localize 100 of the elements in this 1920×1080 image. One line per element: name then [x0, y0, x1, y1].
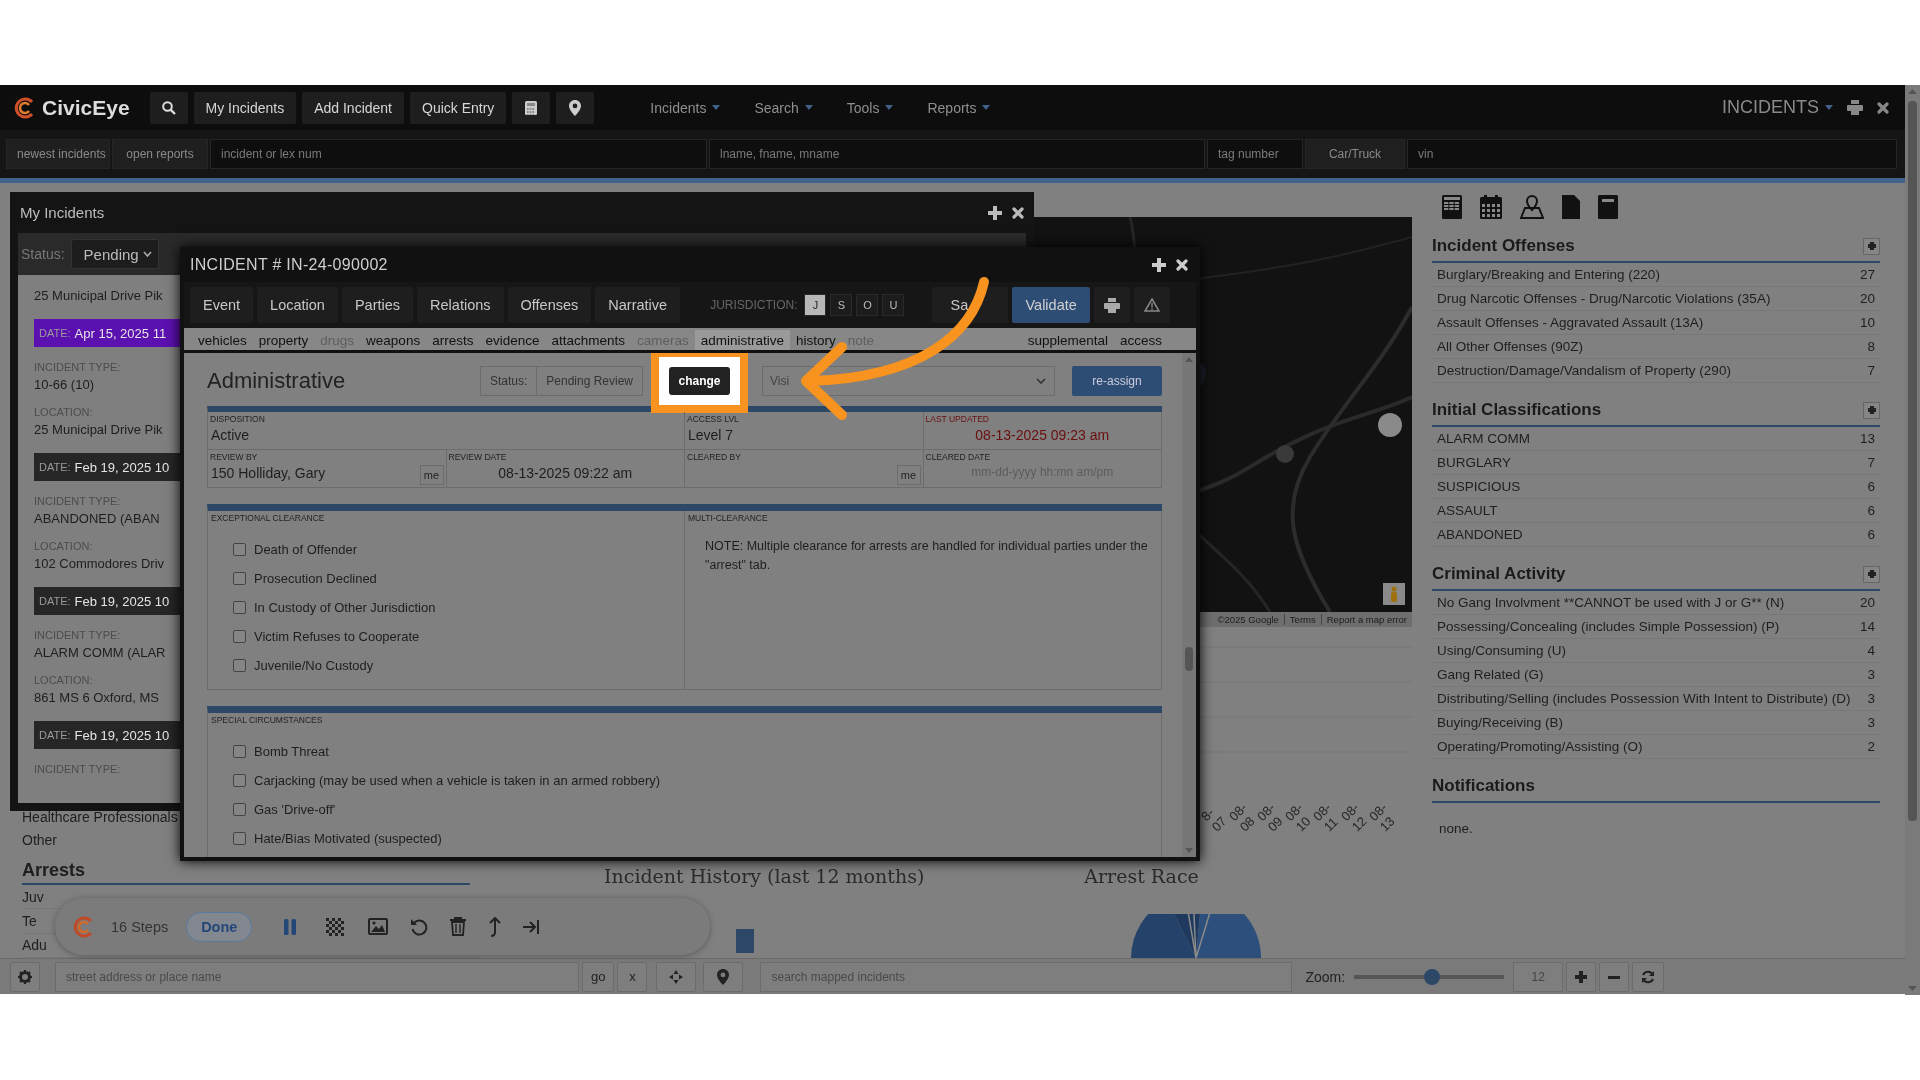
plus-icon[interactable] — [988, 205, 1002, 220]
sub-tab[interactable]: vehicles — [192, 330, 253, 350]
checkbox-label: Hate/Bias Motivated (suspected) — [254, 831, 442, 846]
map-pin-button[interactable] — [556, 91, 595, 124]
jurisdiction-toggle[interactable]: U — [882, 294, 905, 316]
checkbox[interactable] — [233, 601, 246, 614]
close-icon[interactable] — [1176, 258, 1188, 271]
date-field[interactable]: 08-13-2025 09:22 am — [498, 463, 633, 481]
calculator-button[interactable] — [512, 91, 551, 124]
nav-menu[interactable]: Reports — [915, 91, 1003, 124]
checkbox[interactable] — [233, 659, 246, 672]
quick-search-button[interactable]: Car/Truck — [1305, 139, 1405, 169]
search-field[interactable]: vin — [1407, 139, 1897, 169]
module-menu[interactable]: INCIDENTS — [1722, 97, 1833, 118]
tab-button[interactable]: Relations — [417, 287, 504, 323]
field-label: JURISDICTION: — [710, 298, 798, 312]
nav-button[interactable]: Quick Entry — [410, 91, 507, 124]
validate-button[interactable]: Validate — [1012, 287, 1090, 323]
sub-tab[interactable]: property — [252, 330, 315, 350]
tab-button[interactable]: Location — [257, 287, 338, 323]
close-icon[interactable] — [1012, 206, 1024, 219]
nav-button[interactable]: Add Incident — [302, 91, 404, 124]
book-icon[interactable] — [1598, 195, 1618, 219]
sub-tab[interactable]: attachments — [545, 330, 631, 350]
map-icon[interactable] — [1520, 195, 1544, 219]
tab-button[interactable]: Narrative — [595, 287, 681, 323]
nav-menu[interactable]: Search — [742, 91, 825, 124]
close-icon[interactable] — [1877, 101, 1889, 114]
upload-arrow-icon[interactable] — [488, 916, 503, 937]
map-link[interactable]: Report a map error — [1320, 614, 1412, 625]
locate-button[interactable] — [656, 961, 697, 992]
search-button[interactable] — [149, 91, 188, 124]
checkbox[interactable] — [233, 803, 246, 816]
checkbox[interactable] — [233, 832, 246, 845]
sub-tab[interactable]: weapons — [360, 330, 427, 350]
map-pin-icon — [569, 99, 582, 116]
trash-icon[interactable] — [450, 917, 467, 936]
search-field[interactable]: lname, fname, mname — [709, 139, 1205, 169]
status-select[interactable]: Pending — [70, 239, 159, 269]
count-cell: 20 — [1859, 595, 1875, 610]
scrollbar-thumb[interactable] — [1908, 101, 1917, 821]
undo-icon[interactable] — [410, 917, 429, 936]
sub-tab[interactable]: history — [790, 330, 842, 350]
me-button[interactable]: me — [896, 465, 921, 485]
zoom-in-button[interactable] — [1566, 961, 1597, 992]
tab-button[interactable]: Event — [190, 287, 254, 323]
change-button[interactable]: change — [669, 367, 730, 395]
calendar-icon[interactable] — [1480, 195, 1502, 219]
checkbox[interactable] — [233, 774, 246, 787]
slider-thumb[interactable] — [1424, 968, 1441, 985]
go-button[interactable]: go — [582, 961, 615, 992]
refresh-button[interactable] — [1632, 961, 1665, 992]
sub-tab[interactable]: access — [1113, 330, 1168, 350]
map-link[interactable]: Terms — [1283, 614, 1321, 625]
field-label: Status: — [21, 246, 65, 262]
tab-button[interactable]: Parties — [341, 287, 414, 323]
nav-menu[interactable]: Tools — [834, 91, 906, 124]
table-cell: Healthcare Professionals — [22, 808, 178, 825]
pause-icon[interactable] — [284, 918, 297, 935]
quick-search-button[interactable]: newest incidents — [6, 139, 110, 169]
add-button[interactable] — [1863, 565, 1880, 583]
print-button[interactable] — [1093, 287, 1130, 323]
jurisdiction-toggle[interactable]: S — [830, 294, 853, 316]
add-button[interactable] — [1863, 237, 1880, 255]
checkbox[interactable] — [233, 745, 246, 758]
nav-button[interactable]: My Incidents — [193, 91, 297, 124]
table-cell: Burglary/Breaking and Entering (220) — [1437, 267, 1660, 282]
nav-menu[interactable]: Incidents — [638, 91, 733, 124]
map-pin-icon — [717, 968, 730, 985]
search-field[interactable]: tag number — [1207, 139, 1303, 169]
image-icon[interactable] — [368, 918, 389, 935]
count-cell: 6 — [1867, 527, 1875, 542]
table-cell: Using/Consuming (U) — [1437, 643, 1567, 658]
checkbox[interactable] — [233, 543, 246, 556]
blur-icon[interactable] — [326, 917, 345, 936]
sub-tab[interactable]: evidence — [479, 330, 546, 350]
zoom-out-button[interactable] — [1599, 961, 1630, 992]
print-icon[interactable] — [1847, 100, 1863, 115]
scrollbar-thumb[interactable] — [1185, 647, 1193, 671]
plus-icon[interactable] — [1152, 257, 1166, 272]
tab-button[interactable]: Offenses — [507, 287, 592, 323]
reassign-button[interactable]: re-assign — [1072, 366, 1162, 396]
logo-icon — [14, 96, 36, 119]
jurisdiction-toggle[interactable]: O — [856, 294, 879, 316]
search-field[interactable]: incident or lex num — [210, 139, 707, 169]
checkbox[interactable] — [233, 630, 246, 643]
settings-button[interactable] — [10, 961, 40, 992]
clear-button[interactable]: x — [617, 961, 648, 992]
jurisdiction-toggle[interactable]: J — [804, 294, 827, 316]
sub-tab[interactable]: arrests — [426, 330, 480, 350]
quick-search-button[interactable]: open reports — [112, 139, 208, 169]
document-icon[interactable] — [1562, 195, 1580, 219]
skip-to-end-icon[interactable] — [522, 919, 541, 934]
checkbox[interactable] — [233, 572, 246, 585]
add-button[interactable] — [1863, 401, 1880, 419]
warning-button[interactable] — [1133, 287, 1170, 323]
date-field[interactable]: 08-13-2025 09:23 am — [975, 425, 1110, 443]
sub-tab[interactable]: administrative — [694, 330, 791, 350]
me-button[interactable]: me — [419, 465, 444, 485]
sub-tab[interactable]: supplemental — [1021, 330, 1114, 350]
